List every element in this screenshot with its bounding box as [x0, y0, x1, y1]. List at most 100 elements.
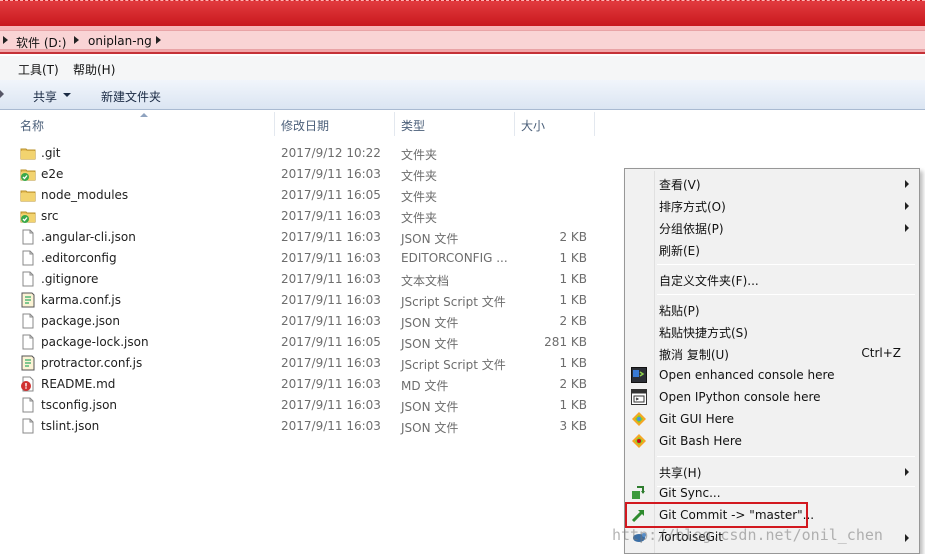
file-name: tsconfig.json — [41, 398, 118, 412]
script-icon — [20, 355, 36, 371]
menu-tools[interactable]: 工具(T) — [18, 61, 59, 78]
breadcrumb-arrow-icon[interactable] — [156, 36, 161, 44]
menu-separator — [657, 456, 915, 457]
file-name: .editorconfig — [41, 251, 117, 265]
file-row[interactable]: e2e 2017/9/11 16:03 文件夹 — [0, 164, 600, 185]
file-name: src — [41, 209, 59, 223]
file-row[interactable]: tsconfig.json 2017/9/11 16:03 JSON 文件 1 KB — [0, 395, 600, 416]
file-type: EDITORCONFIG ... — [401, 251, 508, 265]
new-folder-button[interactable]: 新建文件夹 — [101, 88, 161, 105]
file-icon — [20, 271, 36, 287]
file-row[interactable]: src 2017/9/11 16:03 文件夹 — [0, 206, 600, 227]
menu-item-label: Git Bash Here — [659, 434, 742, 448]
file-name: package-lock.json — [41, 335, 149, 349]
folder-icon — [20, 187, 36, 203]
file-row[interactable]: protractor.conf.js 2017/9/11 16:03 JScript… — [0, 353, 600, 374]
menu-item-customize-folder[interactable]: 自定义文件夹(F)... — [627, 268, 917, 290]
breadcrumb[interactable]: 软件 (D:) oniplan-ng — [0, 30, 925, 50]
submenu-arrow-icon — [905, 180, 909, 188]
file-name: e2e — [41, 167, 64, 181]
menu-item-git-gui[interactable]: Git GUI Here — [627, 408, 917, 430]
file-modified: 2017/9/11 16:03 — [281, 209, 381, 223]
submenu-arrow-icon — [905, 468, 909, 476]
tortoisegit-icon — [631, 529, 647, 545]
breadcrumb-folder[interactable]: oniplan-ng — [88, 34, 152, 48]
file-size: 2 KB — [559, 377, 587, 391]
column-header-name[interactable]: 名称 — [20, 117, 44, 134]
menu-separator — [657, 264, 915, 265]
breadcrumb-arrow-icon[interactable] — [74, 36, 79, 44]
file-row[interactable]: .git 2017/9/12 10:22 文件夹 — [0, 143, 600, 164]
file-type: JScript Script 文件 — [401, 358, 506, 372]
file-row[interactable]: package-lock.json 2017/9/11 16:05 JSON 文件 2… — [0, 332, 600, 353]
file-size: 1 KB — [559, 272, 587, 286]
menu-item-label: Open enhanced console here — [659, 368, 835, 382]
menu-item-paste[interactable]: 粘贴(P) — [627, 298, 917, 320]
file-type: JSON 文件 — [401, 316, 459, 330]
menu-item-label: 撤消 复制(U) — [659, 348, 729, 362]
ipython-console-icon — [631, 389, 647, 405]
folder-check-icon — [20, 208, 36, 224]
breadcrumb-drive[interactable]: 软件 (D:) — [16, 34, 66, 51]
menu-item-label: Git Sync... — [659, 486, 721, 500]
file-size: 1 KB — [559, 356, 587, 370]
menu-item-share[interactable]: 共享(H) — [627, 460, 917, 482]
file-row[interactable]: node_modules 2017/9/11 16:05 文件夹 — [0, 185, 600, 206]
column-divider[interactable] — [274, 112, 275, 136]
column-header-modified[interactable]: 修改日期 — [281, 117, 329, 134]
file-modified: 2017/9/11 16:03 — [281, 356, 381, 370]
column-header-type[interactable]: 类型 — [401, 117, 425, 134]
column-divider[interactable] — [514, 112, 515, 136]
file-modified: 2017/9/11 16:03 — [281, 377, 381, 391]
menu-item-label: 共享(H) — [659, 466, 702, 480]
menu-item-enhanced-console[interactable]: Open enhanced console here — [627, 364, 917, 386]
menu-bar: 工具(T) 帮助(H) — [0, 56, 925, 80]
file-name: .git — [41, 146, 61, 160]
file-type: 文件夹 — [401, 211, 438, 225]
folder-check-icon — [20, 166, 36, 182]
file-row[interactable]: tslint.json 2017/9/11 16:03 JSON 文件 3 KB — [0, 416, 600, 437]
menu-help[interactable]: 帮助(H) — [73, 61, 115, 78]
file-icon — [20, 250, 36, 266]
file-size: 2 KB — [559, 314, 587, 328]
menu-item-ipython-console[interactable]: Open IPython console here — [627, 386, 917, 408]
menu-item-paste-shortcut[interactable]: 粘贴快捷方式(S) — [627, 320, 917, 342]
file-icon — [20, 334, 36, 350]
file-type: JSON 文件 — [401, 421, 459, 435]
file-icon — [20, 229, 36, 245]
file-row[interactable]: package.json 2017/9/11 16:03 JSON 文件 2 KB — [0, 311, 600, 332]
file-modified: 2017/9/11 16:05 — [281, 188, 381, 202]
share-button[interactable]: 共享 — [33, 88, 57, 105]
file-row[interactable]: README.md 2017/9/11 16:03 MD 文件 2 KB — [0, 374, 600, 395]
git-bash-icon — [631, 433, 647, 449]
file-row[interactable]: .gitignore 2017/9/11 16:03 文本文档 1 KB — [0, 269, 600, 290]
menu-item-group-by[interactable]: 分组依据(P) — [627, 216, 917, 238]
toolbar-overflow-icon[interactable] — [0, 90, 4, 98]
file-row[interactable]: .angular-cli.json 2017/9/11 16:03 JSON 文件 2… — [0, 227, 600, 248]
breadcrumb-arrow-icon[interactable] — [3, 36, 8, 44]
file-name: tslint.json — [41, 419, 100, 433]
file-modified: 2017/9/11 16:03 — [281, 314, 381, 328]
file-row[interactable]: karma.conf.js 2017/9/11 16:03 JScript Scri… — [0, 290, 600, 311]
file-icon — [20, 418, 36, 434]
menu-item-undo-copy[interactable]: 撤消 复制(U) Ctrl+Z — [627, 342, 917, 364]
column-header-size[interactable]: 大小 — [521, 117, 545, 134]
menu-item-sort-by[interactable]: 排序方式(O) — [627, 194, 917, 216]
menu-item-tortoisegit[interactable]: TortoiseGit — [627, 526, 917, 548]
chevron-down-icon[interactable] — [63, 93, 71, 97]
menu-item-refresh[interactable]: 刷新(E) — [627, 238, 917, 260]
menu-item-label: 粘贴快捷方式(S) — [659, 326, 748, 340]
submenu-arrow-icon — [905, 202, 909, 210]
column-divider[interactable] — [594, 112, 595, 136]
menu-item-label: 查看(V) — [659, 178, 701, 192]
menu-item-view[interactable]: 查看(V) — [627, 172, 917, 194]
column-divider[interactable] — [394, 112, 395, 136]
file-type: 文本文档 — [401, 274, 450, 288]
file-modified: 2017/9/11 16:03 — [281, 230, 381, 244]
menu-item-git-sync[interactable]: Git Sync... — [627, 482, 917, 504]
menu-item-git-bash[interactable]: Git Bash Here — [627, 430, 917, 452]
file-size: 1 KB — [559, 251, 587, 265]
file-row[interactable]: .editorconfig 2017/9/11 16:03 EDITORCONFIG… — [0, 248, 600, 269]
address-bar[interactable]: 软件 (D:) oniplan-ng — [0, 26, 925, 54]
file-name: README.md — [41, 377, 116, 391]
